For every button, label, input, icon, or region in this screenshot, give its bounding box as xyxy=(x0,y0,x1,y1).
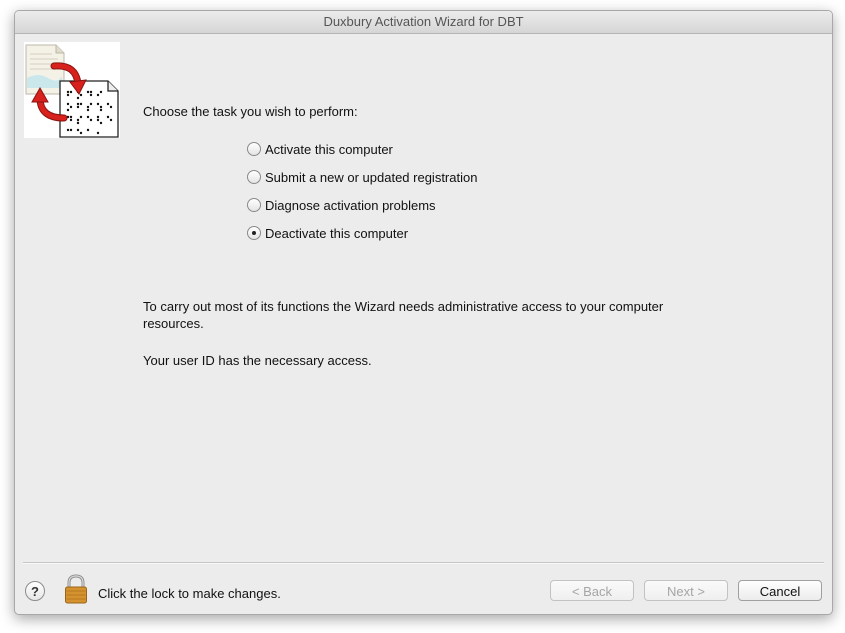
radio-label[interactable]: Deactivate this computer xyxy=(265,226,408,241)
help-icon[interactable]: ? xyxy=(25,581,45,601)
window-title: Duxbury Activation Wizard for DBT xyxy=(15,11,832,34)
radio-label[interactable]: Submit a new or updated registration xyxy=(265,170,477,185)
radio-button[interactable] xyxy=(247,198,261,212)
radio-label[interactable]: Activate this computer xyxy=(265,142,393,157)
radio-deactivate[interactable]: Deactivate this computer xyxy=(247,219,477,247)
radio-button[interactable] xyxy=(247,142,261,156)
radio-diagnose[interactable]: Diagnose activation problems xyxy=(247,191,477,219)
radio-label[interactable]: Diagnose activation problems xyxy=(265,198,436,213)
radio-submit-registration[interactable]: Submit a new or updated registration xyxy=(247,163,477,191)
user-access-info: Your user ID has the necessary access. xyxy=(143,353,372,368)
lock-hint-text: Click the lock to make changes. xyxy=(98,586,281,601)
task-radio-group: Activate this computer Submit a new or u… xyxy=(247,135,477,247)
next-button[interactable]: Next > xyxy=(644,580,728,601)
radio-activate[interactable]: Activate this computer xyxy=(247,135,477,163)
back-button[interactable]: < Back xyxy=(550,580,634,601)
radio-button-selected[interactable] xyxy=(247,226,261,240)
document-exchange-icon xyxy=(24,42,120,138)
radio-button[interactable] xyxy=(247,170,261,184)
wizard-window: Duxbury Activation Wizard for DBT Choose… xyxy=(14,10,833,615)
lock-icon[interactable] xyxy=(64,574,88,604)
cancel-button[interactable]: Cancel xyxy=(738,580,822,601)
footer-divider xyxy=(23,562,824,564)
task-prompt: Choose the task you wish to perform: xyxy=(143,104,358,119)
admin-access-info: To carry out most of its functions the W… xyxy=(143,299,664,331)
